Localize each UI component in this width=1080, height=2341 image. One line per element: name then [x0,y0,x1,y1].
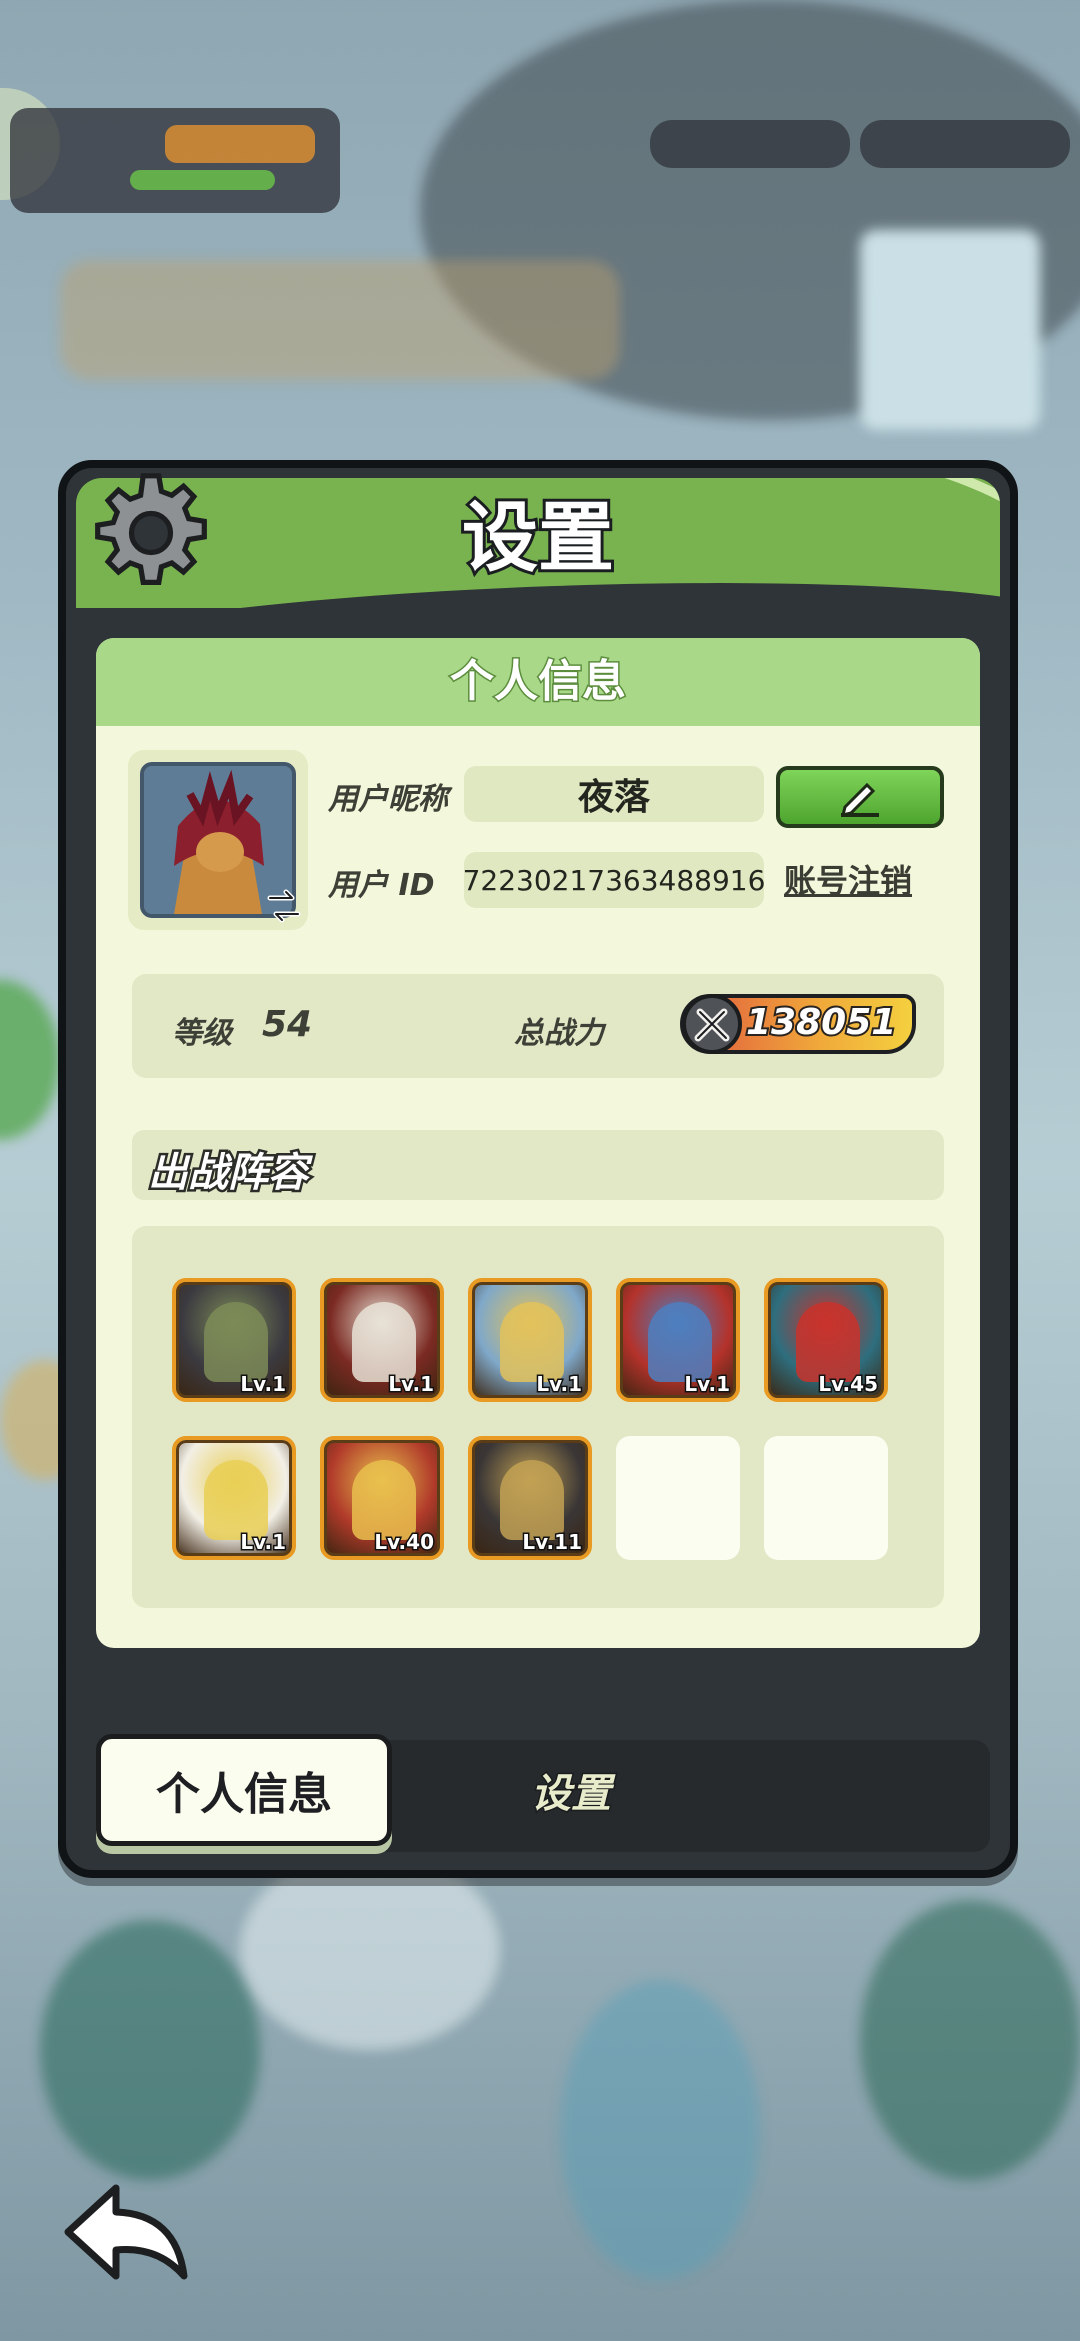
hud-gold-bar [165,125,315,163]
lineup-grid: Lv.1 Lv.1 Lv.1 Lv.1 Lv.45 Lv.1 Lv.40 Lv.11 [132,1226,944,1608]
tab-personal-info[interactable]: 个人信息 [96,1734,392,1846]
hero-slot[interactable]: Lv.1 [172,1278,296,1402]
hero-slot[interactable]: Lv.1 [320,1278,444,1402]
power-badge: 138051 [680,994,916,1054]
settings-modal: 设置 个人信息 用户昵称 夜落 用户 ID 72230217363488916 … [58,460,1018,1878]
hero-slot[interactable]: Lv.40 [320,1436,444,1560]
hero-level: Lv.1 [387,1371,436,1398]
hero-level: Lv.11 [521,1529,584,1556]
personal-info-panel: 个人信息 用户昵称 夜落 用户 ID 72230217363488916 账号注… [96,638,980,1648]
back-arrow-icon[interactable] [58,2180,198,2290]
hero-level: Lv.40 [373,1529,436,1556]
edit-nickname-button[interactable] [776,766,944,828]
hud-exp-bar [130,170,275,190]
hero-slot[interactable]: Lv.1 [468,1278,592,1402]
hero-slot[interactable]: Lv.1 [172,1436,296,1560]
hero-slot[interactable]: Lv.1 [616,1278,740,1402]
power-label: 总战力 [514,1016,604,1051]
lineup-title: 出战阵容 [146,1148,311,1199]
hero-portrait [204,1302,268,1382]
bottom-tab-bar: 个人信息 设置 [96,1734,990,1852]
pencil-icon [840,782,879,817]
hero-level: Lv.1 [535,1371,584,1398]
hud-coin-bar [860,120,1070,168]
hero-level: Lv.1 [683,1371,732,1398]
power-value: 138051 [744,1000,898,1045]
hero-level: Lv.1 [239,1371,288,1398]
level-value: 54 [262,1004,313,1045]
nickname-field: 夜落 [464,766,764,822]
avatar-frame[interactable] [128,750,308,930]
hero-portrait [352,1302,416,1382]
stats-bar: 等级 54 总战力 138051 [132,974,944,1078]
hero-portrait [500,1460,564,1540]
sword-icon [682,994,742,1054]
hero-level: Lv.45 [817,1371,880,1398]
user-id-field: 72230217363488916 [463,852,765,908]
hero-portrait [204,1460,268,1540]
empty-hero-slot[interactable] [616,1436,740,1560]
hud-gem-bar [650,120,850,168]
level-label: 等级 [172,1016,232,1051]
lineup-header: 出战阵容 [132,1130,944,1200]
hero-portrait [796,1302,860,1382]
hero-slot[interactable]: Lv.45 [764,1278,888,1402]
gear-icon [95,473,207,585]
swap-icon[interactable] [262,884,306,928]
hero-portrait [500,1302,564,1382]
hero-portrait [352,1460,416,1540]
user-id-label: 用户 ID [328,868,435,903]
empty-hero-slot[interactable] [764,1436,888,1560]
nickname-label: 用户昵称 [328,782,448,817]
hero-level: Lv.1 [239,1529,288,1556]
tab-settings[interactable]: 设置 [456,1740,686,1840]
hero-portrait [648,1302,712,1382]
panel-title: 个人信息 [96,638,980,726]
account-logout-link[interactable]: 账号注销 [784,856,912,902]
hero-slot[interactable]: Lv.11 [468,1436,592,1560]
